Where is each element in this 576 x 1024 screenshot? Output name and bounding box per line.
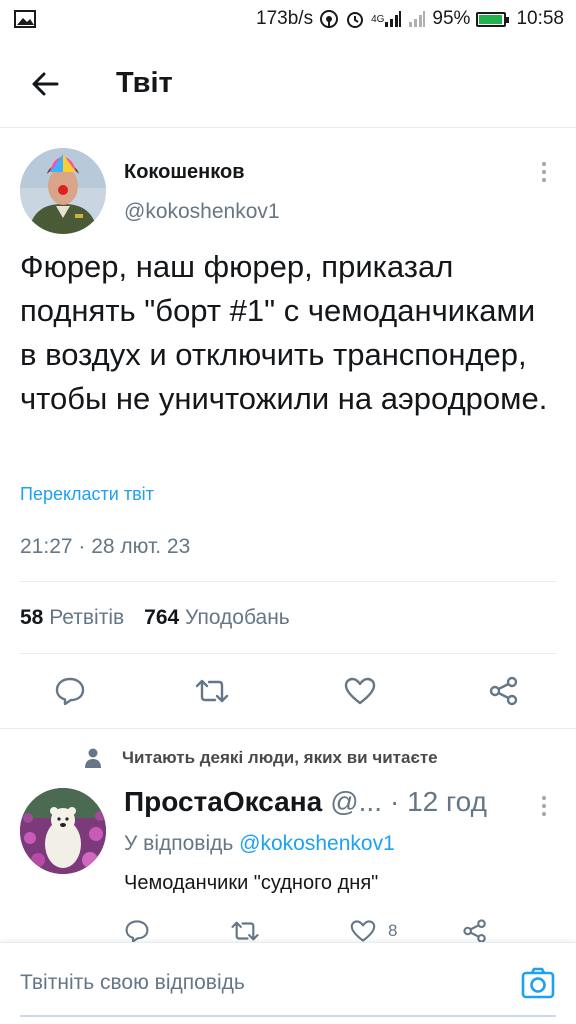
image-icon	[14, 10, 36, 28]
more-options-button[interactable]	[538, 162, 550, 186]
likes-count: 764	[144, 606, 180, 629]
page-title: Твіт	[116, 67, 173, 99]
alarm-icon	[345, 9, 365, 29]
retweet-icon	[231, 921, 259, 941]
reply-text: Чемоданчики "судного дня"	[124, 872, 379, 894]
divider	[20, 653, 556, 654]
more-dot	[542, 812, 546, 816]
translate-tweet-link[interactable]: Перекласти твіт	[20, 484, 154, 505]
signal-icon: 4G	[371, 10, 402, 28]
divider	[0, 728, 576, 729]
network-type: 4G	[371, 13, 385, 25]
reply-to-line: У відповідь @kokoshenkov1	[124, 832, 395, 856]
likes-label: Уподобань	[185, 606, 290, 629]
reply-to-label: У відповідь	[124, 832, 234, 855]
reply-author-name[interactable]: ПростаОксана	[124, 786, 322, 818]
reply-button[interactable]	[50, 671, 90, 711]
more-dot	[542, 170, 546, 174]
tweet: Кокошенков @kokoshenkov1 Фюрер, наш фюре…	[0, 128, 576, 706]
tweet-text: Фюрер, наш фюрер, приказал поднять "борт…	[20, 249, 548, 416]
battery-icon	[476, 11, 510, 27]
arrow-left-icon	[32, 72, 59, 95]
author-avatar[interactable]	[20, 148, 106, 234]
like-icon	[350, 920, 376, 942]
battery-percent: 95%	[432, 8, 471, 29]
tweet-timestamp: 21:27 · 28 лют. 23	[20, 535, 191, 558]
reply-author-handle[interactable]: @...	[330, 786, 382, 818]
retweet-button[interactable]	[192, 671, 232, 711]
share-button[interactable]	[484, 671, 524, 711]
more-dot	[542, 804, 546, 808]
divider	[20, 581, 556, 582]
social-context-text: Читають деякі люди, яких ви читаєте	[122, 748, 438, 767]
reply-to-mention[interactable]: @kokoshenkov1	[239, 832, 395, 855]
reply-input[interactable]: Твітніть свою відповідь	[20, 971, 245, 995]
tweet-actions	[0, 671, 576, 711]
retweets-label: Ретвітів	[49, 606, 125, 629]
social-context: Читають деякі люди, яких ви читаєте	[84, 748, 438, 768]
more-dots-icon	[542, 162, 546, 166]
clock: 10:58	[516, 8, 564, 29]
more-dot	[542, 178, 546, 182]
reply-icon	[125, 920, 149, 943]
input-underline	[20, 1015, 556, 1017]
retweet-icon	[195, 679, 229, 703]
likes-stat[interactable]: 764 Уподобань	[144, 606, 290, 630]
more-dots-icon	[542, 796, 546, 800]
reply-icon	[55, 677, 85, 706]
reply-avatar[interactable]	[20, 788, 106, 874]
retweets-stat[interactable]: 58 Ретвітів	[20, 606, 124, 630]
reply-time: · 12 год	[389, 786, 487, 817]
retweets-count: 58	[20, 606, 44, 629]
share-icon	[463, 919, 486, 943]
tweet-stats: 58 Ретвітів 764 Уподобань	[20, 606, 310, 630]
tweet-author-row: Кокошенков @kokoshenkov1	[0, 128, 576, 234]
hotspot-icon	[319, 9, 339, 29]
status-bar: 173b/s 4G 95% 10:58	[0, 0, 576, 38]
like-button[interactable]	[340, 671, 380, 711]
app-header: Твіт	[0, 40, 576, 128]
camera-button[interactable]	[520, 965, 556, 1001]
person-icon	[84, 748, 102, 768]
compose-reply-bar: Твітніть свою відповідь	[0, 942, 576, 1024]
battery-fill	[479, 14, 503, 24]
network-speed: 173b/s	[256, 8, 314, 29]
author-name[interactable]: Кокошенков	[124, 161, 245, 184]
like-icon	[344, 677, 376, 705]
reply-more-options-button[interactable]	[538, 796, 550, 820]
reply-header: ПростаОксана @... · 12 год	[124, 786, 534, 818]
camera-icon	[521, 967, 555, 999]
author-handle[interactable]: @kokoshenkov1	[124, 200, 280, 224]
back-button[interactable]	[20, 59, 70, 109]
reply-likes-count: 8	[388, 921, 398, 940]
signal-icon-2	[408, 10, 426, 28]
share-icon	[489, 676, 518, 706]
